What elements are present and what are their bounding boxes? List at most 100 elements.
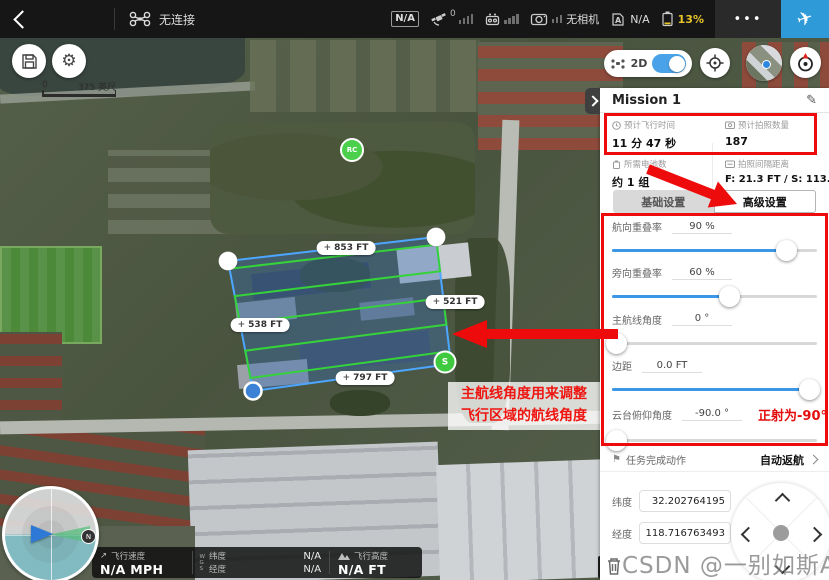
divider [114,8,115,30]
back-button[interactable] [0,0,44,38]
route-start-marker: S [434,351,457,374]
ortho-note: 正射为-90° [758,405,827,424]
alt-value: N/A FT [338,562,414,577]
move-cross-icon: + [238,320,246,330]
slider-label: 主航线角度 [612,312,662,327]
dpad-left-button[interactable] [741,527,757,543]
slider-group-side-overlap: 旁向重叠率 60 % [600,260,829,306]
takeoff-button[interactable]: ✈ [781,0,829,38]
tab-basic-settings[interactable]: 基础设置 [613,190,714,213]
slider-thumb[interactable] [719,286,740,307]
flight-area-polygon[interactable] [228,237,451,391]
finish-action-value: 自动返航 [760,452,804,468]
map-mode-toggle[interactable]: 2D [604,50,692,77]
slider-label: 旁向重叠率 [612,265,662,280]
chevron-right-icon [809,455,819,465]
edit-mission-button[interactable]: ✎ [806,93,817,108]
map-settings-button[interactable]: ⚙ [52,44,86,78]
more-menu-button[interactable]: ••• [715,0,781,38]
move-cross-icon: + [433,297,441,307]
polygon-vertex-handle-selected[interactable] [245,383,262,400]
rc-status [484,12,519,26]
locate-button[interactable] [700,48,730,78]
finish-action-label: 任务完成动作 [626,452,686,467]
map-2d-switch[interactable] [652,54,686,73]
edge-distance-label[interactable]: +521 FT [426,295,485,309]
lat-label: 纬度 [209,550,226,562]
compass-icon [795,52,816,73]
slider-group-course-overlap: 航向重叠率 90 % [600,214,829,260]
camera-icon [530,13,548,26]
dpad-center-button[interactable] [773,525,789,541]
telemetry-bar: ↗飞行速度 N/A MPH WGS 纬度N/A 经度N/A 飞行高度 N/A F… [92,547,422,578]
coordinates-block: 纬度 32.202764195 经度 118.716763493 [600,486,740,554]
minimap-thumbnail [746,45,782,81]
slider-track[interactable] [612,342,817,345]
dpad-up-button[interactable] [775,493,791,509]
polygon-vertex-handle[interactable] [219,252,238,271]
satellite-count: 0 [450,9,456,19]
slider-value-input[interactable]: 0.0 FT [642,359,702,373]
map-mode-label: 2D [631,57,648,70]
compass-reset-button[interactable] [790,47,821,78]
satellite-icon [430,12,447,26]
battery-status: 13% [661,11,704,27]
edge-distance-label[interactable]: +797 FT [336,371,395,385]
slider-label: 边距 [612,358,632,373]
move-cross-icon: + [343,373,351,383]
save-mission-button[interactable] [12,44,46,78]
stat-value: 约 1 组 [612,174,712,190]
tab-advanced-settings[interactable]: 高级设置 [714,190,817,213]
remote-controller-icon [484,12,501,26]
slider-thumb[interactable] [606,333,627,354]
longitude-input[interactable]: 118.716763493 [639,522,731,544]
slider-track[interactable] [612,295,817,298]
interval-icon [725,160,735,168]
gps-coordinates: 纬度N/A 经度N/A [205,547,329,578]
altitude-icon [338,552,350,560]
edge-distance-label[interactable]: +853 FT [317,241,376,255]
slider-track[interactable] [612,249,817,252]
crosshair-icon [706,54,724,72]
flight-mode-icon: A [610,12,626,27]
dpad-right-button[interactable] [807,527,823,543]
flight-mode-status: A N/A [610,12,649,27]
latitude-input[interactable]: 32.202764195 [639,490,731,512]
slider-value-input[interactable]: 90 % [672,220,732,234]
status-na-badge: N/A [391,11,419,27]
slider-thumb[interactable] [799,379,820,400]
slider-label: 航向重叠率 [612,219,662,234]
attitude-compass-widget: N [2,486,99,580]
lat-value: N/A [303,551,321,562]
save-icon [21,53,38,70]
chevron-right-icon [587,95,598,106]
alt-label: 飞行高度 [354,550,388,562]
speed-label: 飞行速度 [111,550,145,562]
slider-value-input[interactable]: 0 ° [672,312,732,326]
stat-value: F: 21.3 FT / S: 113.6 FT [725,174,825,185]
minimap-button[interactable] [746,45,782,81]
slider-track[interactable] [612,439,817,442]
battery-percent: 13% [678,13,704,26]
speed-value: N/A MPH [100,562,184,577]
lng-value: N/A [303,564,321,575]
airplane-icon: ✈ [794,6,816,32]
connection-status: 无连接 [159,11,195,28]
app-screen: 无连接 N/A 0 无相机 A N/A [0,0,829,580]
slider-thumb[interactable] [776,240,797,261]
slider-track[interactable] [612,388,817,391]
flight-mode-value: N/A [630,13,649,26]
slider-value-input[interactable]: 60 % [672,266,732,280]
photo-icon [725,121,735,129]
finish-action-row[interactable]: ⚑任务完成动作 自动返航 [600,448,829,472]
panel-collapse-handle[interactable] [585,88,600,114]
rc-location-marker: RC [340,138,364,162]
mission-stats: 预计飞行时间 11 分 47 秒 预计拍照数量 187 所需电池数 约 1 组 … [600,113,829,191]
clock-icon [612,121,621,130]
slider-value-input[interactable]: -90.0 ° [682,407,742,421]
battery-icon [661,11,674,27]
stat-label: 所需电池数 [624,158,667,170]
polygon-vertex-handle[interactable] [427,228,446,247]
stat-label: 预计飞行时间 [624,119,675,131]
edge-distance-label[interactable]: +538 FT [231,318,290,332]
